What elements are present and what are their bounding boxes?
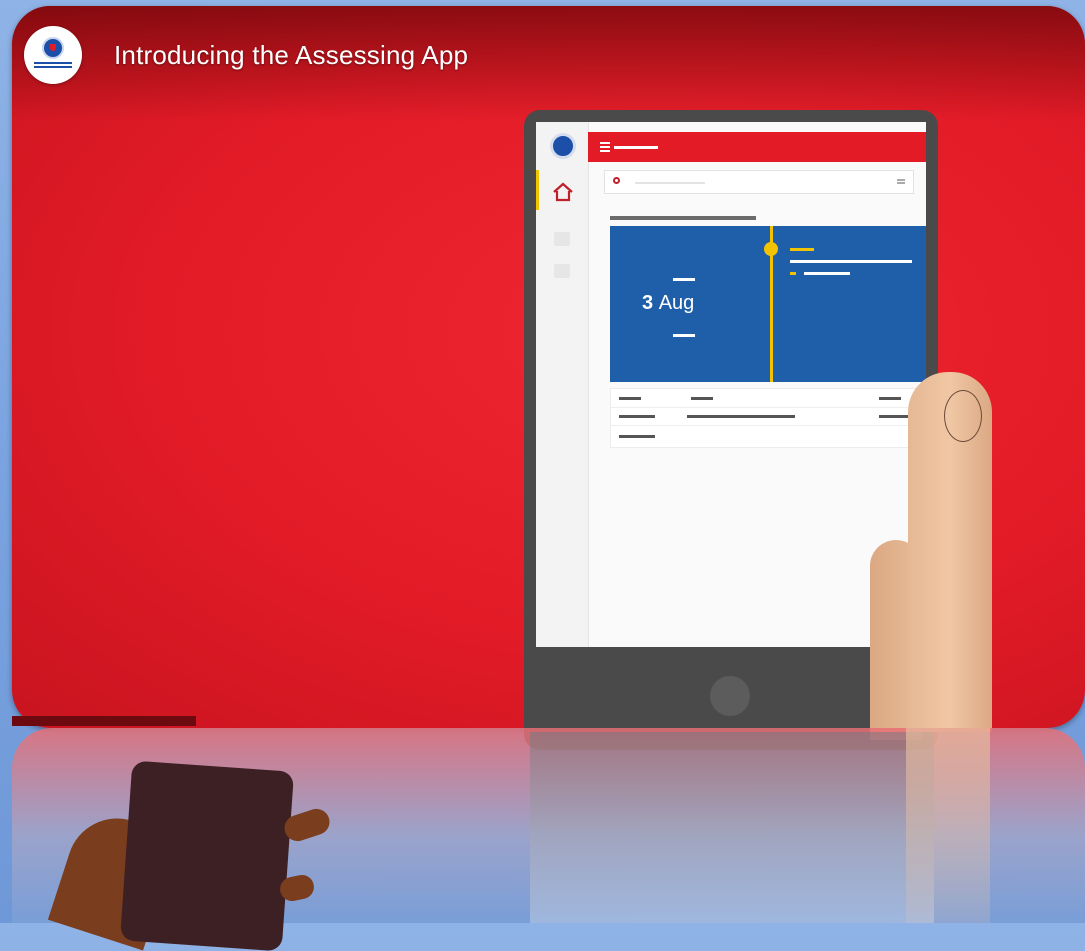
tablet-screen: 3 Aug bbox=[536, 122, 926, 647]
table-row-divider bbox=[611, 407, 925, 408]
logo-wordmark bbox=[34, 62, 72, 64]
date-dash bbox=[673, 334, 695, 337]
timeline-line-text bbox=[790, 260, 912, 263]
date-month: Aug bbox=[658, 292, 695, 314]
sidebar-item-icon[interactable] bbox=[554, 264, 570, 278]
channel-logo[interactable] bbox=[24, 26, 82, 84]
logo-seal-icon bbox=[42, 37, 64, 59]
phone-illustration bbox=[119, 760, 295, 951]
search-icon bbox=[613, 177, 620, 184]
timeline-dot bbox=[764, 242, 778, 256]
timeline-time bbox=[790, 248, 814, 251]
tablet-home-button bbox=[710, 676, 750, 716]
table-cell bbox=[879, 397, 901, 400]
date-day: 3 bbox=[642, 292, 654, 314]
table-cell bbox=[619, 397, 641, 400]
app-header-title bbox=[614, 146, 658, 149]
search-input[interactable] bbox=[604, 170, 914, 194]
search-placeholder bbox=[635, 182, 705, 184]
date-dash bbox=[673, 278, 695, 281]
menu-icon[interactable] bbox=[600, 142, 610, 144]
sidebar-item-icon[interactable] bbox=[554, 232, 570, 246]
details-table bbox=[610, 388, 926, 448]
app-header bbox=[588, 132, 926, 162]
app-logo-icon bbox=[550, 133, 576, 159]
timeline-line-text bbox=[804, 272, 850, 275]
appointment-card[interactable]: 3 Aug bbox=[610, 226, 926, 382]
table-cell bbox=[691, 397, 713, 400]
video-title[interactable]: Introducing the Assessing App bbox=[114, 40, 468, 71]
progress-bar[interactable] bbox=[12, 716, 196, 726]
date-label: 3 Aug bbox=[642, 292, 694, 315]
sidebar-active-indicator bbox=[536, 170, 539, 210]
table-row-divider bbox=[611, 425, 925, 426]
tablet-reflection bbox=[530, 732, 934, 923]
filter-icon[interactable] bbox=[897, 179, 905, 181]
fingernail bbox=[944, 390, 982, 442]
table-cell bbox=[619, 415, 655, 418]
timeline-flag-icon bbox=[790, 272, 796, 275]
table-cell bbox=[619, 435, 655, 438]
table-cell bbox=[687, 415, 795, 418]
home-icon[interactable] bbox=[552, 182, 574, 202]
section-heading bbox=[610, 216, 756, 220]
app-sidebar bbox=[536, 122, 589, 647]
finger-reflection bbox=[906, 728, 990, 923]
pointing-finger bbox=[908, 372, 992, 732]
